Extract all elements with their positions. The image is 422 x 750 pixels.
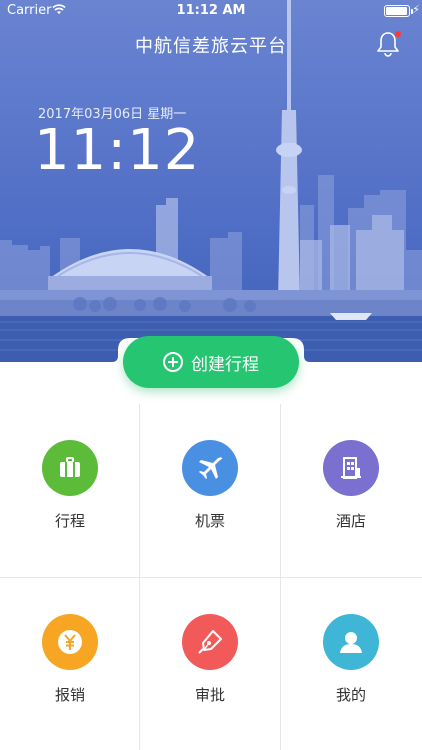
airplane-icon bbox=[182, 440, 238, 496]
menu-item-label: 我的 bbox=[335, 686, 366, 704]
menu-item-hotels[interactable]: 酒店 bbox=[281, 404, 421, 577]
feature-grid: 行程 机票 酒店 报销 审批 我的 bbox=[0, 404, 422, 750]
plus-circle-icon bbox=[163, 352, 183, 372]
status-time: 11:12 AM bbox=[176, 3, 246, 18]
yen-icon bbox=[42, 614, 98, 670]
charging-icon: ⚡ bbox=[412, 3, 420, 16]
hotel-icon bbox=[323, 440, 379, 496]
status-bar: Carrier 11:12 AM ⚡ bbox=[0, 0, 422, 22]
create-trip-label: 创建行程 bbox=[191, 354, 259, 375]
menu-item-label: 报销 bbox=[54, 686, 85, 704]
unread-dot bbox=[395, 31, 401, 37]
app-title: 中航信差旅云平台 bbox=[135, 36, 287, 57]
menu-item-reimbursement[interactable]: 报销 bbox=[0, 578, 140, 750]
menu-item-label: 审批 bbox=[194, 686, 225, 704]
bell-icon[interactable] bbox=[374, 30, 402, 58]
user-icon bbox=[323, 614, 379, 670]
battery-icon bbox=[384, 5, 413, 17]
menu-item-profile[interactable]: 我的 bbox=[281, 578, 421, 750]
clock-time: 11:12 bbox=[34, 118, 201, 183]
luggage-icon bbox=[42, 440, 98, 496]
hero-banner: Carrier 11:12 AM ⚡ 中航信差旅云平台 2017年03月06日 … bbox=[0, 0, 422, 362]
menu-item-label: 酒店 bbox=[335, 512, 366, 530]
pen-icon bbox=[182, 614, 238, 670]
create-trip-button[interactable]: 创建行程 bbox=[123, 336, 299, 388]
menu-item-label: 行程 bbox=[54, 512, 85, 530]
menu-item-trips[interactable]: 行程 bbox=[0, 404, 140, 577]
menu-item-flights[interactable]: 机票 bbox=[140, 404, 280, 577]
menu-item-label: 机票 bbox=[194, 512, 225, 530]
menu-item-approval[interactable]: 审批 bbox=[140, 578, 280, 750]
